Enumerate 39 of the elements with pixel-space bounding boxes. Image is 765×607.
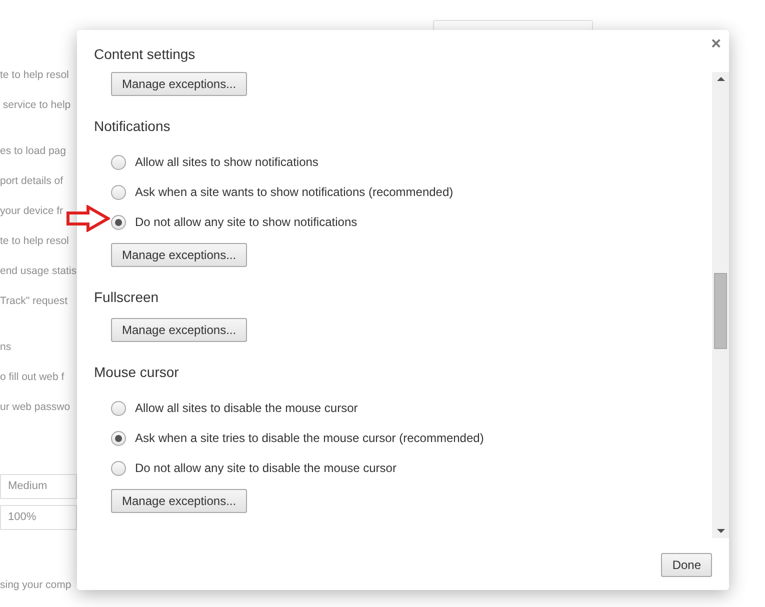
dialog-title: Content settings [94, 45, 196, 64]
pointer-arrow [66, 205, 110, 232]
background-text: ns [0, 340, 12, 355]
close-button[interactable]: × [709, 35, 723, 52]
background-text: ur web passwo [0, 400, 72, 415]
background-text: end usage statis [0, 264, 77, 279]
background-text: service to help [2, 98, 72, 113]
radio-option[interactable]: Do not allow any site to show notifications [111, 207, 712, 237]
done-button[interactable]: Done [661, 553, 712, 577]
manage-exceptions-button[interactable]: Manage exceptions... [111, 318, 248, 342]
manage-exceptions-button[interactable]: Manage exceptions... [111, 72, 248, 96]
radio-option[interactable]: Do not allow any site to disable the mouse cursor [111, 453, 712, 483]
background-text: o fill out web f [0, 370, 66, 385]
radio-option[interactable]: Ask when a site tries to disable the mouse cursor (recommended) [111, 423, 712, 453]
section-heading: Mouse cursor [94, 363, 180, 382]
background-text: sing your comp [0, 578, 72, 593]
scrollbar[interactable] [712, 72, 729, 538]
scroll-up-icon[interactable] [716, 77, 724, 81]
background-text: port details of [0, 174, 64, 189]
section-heading: Notifications [94, 117, 172, 136]
radio-icon[interactable] [111, 214, 126, 230]
background-text: your device fr [0, 204, 64, 219]
manage-exceptions-button[interactable]: Manage exceptions... [111, 243, 248, 267]
background-text: es to load pag [0, 144, 67, 159]
radio-icon[interactable] [111, 400, 126, 416]
manage-exceptions-button[interactable]: Manage exceptions... [111, 489, 248, 513]
radio-option[interactable]: Ask when a site wants to show notifications (recommended) [111, 177, 712, 207]
section-heading: Fullscreen [94, 288, 160, 307]
radio-option[interactable]: Allow all sites to show notifications [111, 147, 712, 177]
scroll-down-icon[interactable] [716, 529, 724, 533]
background-text: te to help resol [0, 234, 70, 249]
scroll-thumb[interactable] [714, 273, 727, 349]
radio-icon[interactable] [111, 154, 126, 170]
background-text: Track" request [0, 294, 69, 309]
radio-icon[interactable] [111, 460, 126, 476]
radio-icon[interactable] [111, 184, 126, 200]
radio-option[interactable]: Allow all sites to disable the mouse cursor [111, 393, 712, 423]
radio-icon[interactable] [111, 430, 126, 446]
background-text: te to help resol [0, 68, 70, 83]
